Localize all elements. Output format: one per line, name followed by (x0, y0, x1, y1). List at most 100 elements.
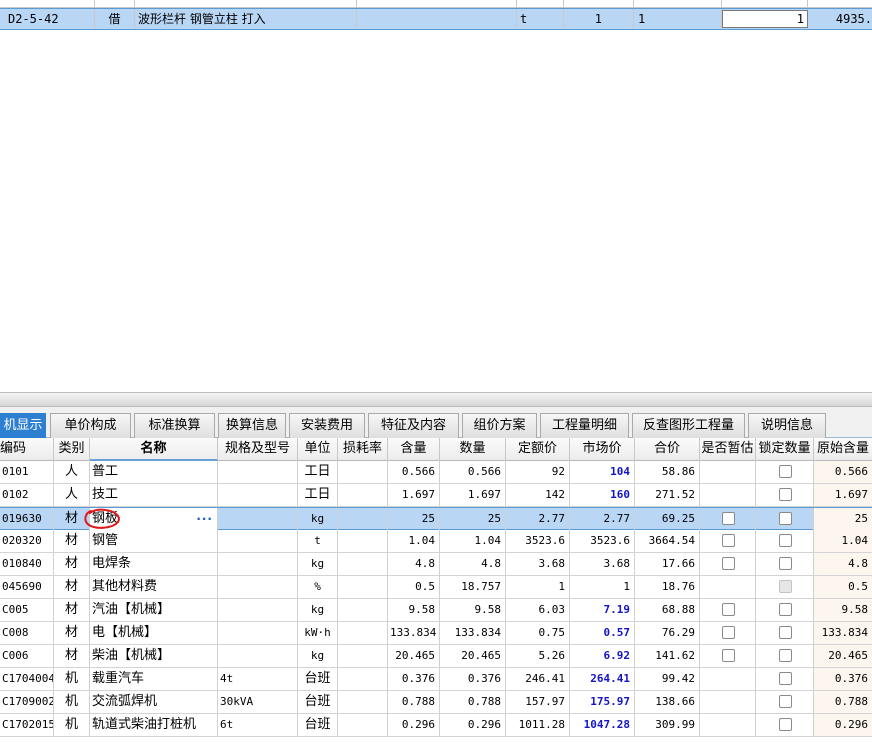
cell-original-content[interactable]: 0.788 (814, 691, 872, 713)
cell-market-price[interactable]: 6.92 (570, 645, 635, 667)
cell-quantity[interactable]: 9.58 (440, 599, 506, 621)
tab-standard-conversion[interactable]: 标准换算 (134, 413, 215, 438)
provisional-checkbox[interactable] (721, 534, 735, 547)
cell-quota-price[interactable]: 2.77 (506, 508, 570, 530)
cell-total-price[interactable]: 141.62 (635, 645, 700, 667)
cell-total-price[interactable]: 309.99 (635, 714, 700, 736)
lock-quantity-cell[interactable] (756, 576, 814, 598)
col-quantity[interactable]: 数量 (440, 438, 506, 461)
cell-unit[interactable]: kW·h (298, 622, 338, 644)
cell-unit[interactable]: kg (298, 599, 338, 621)
lock-quantity-checkbox[interactable] (778, 465, 792, 478)
cell-quota-price[interactable]: 92 (506, 461, 570, 483)
provisional-cell[interactable] (700, 668, 756, 690)
cell-quantity[interactable]: 0.788 (440, 691, 506, 713)
provisional-cell[interactable] (700, 530, 756, 552)
cell-market-price[interactable]: 3.68 (570, 553, 635, 575)
provisional-cell[interactable] (700, 484, 756, 506)
cell-loss-rate[interactable] (338, 508, 388, 530)
cell-loss-rate[interactable] (338, 599, 388, 621)
cell-original-content[interactable]: 133.834 (814, 622, 872, 644)
cell-original-content[interactable]: 9.58 (814, 599, 872, 621)
cell-category[interactable]: 材 (54, 645, 90, 667)
col-loss-rate[interactable]: 损耗率 (338, 438, 388, 461)
cell-quantity[interactable]: 18.757 (440, 576, 506, 598)
cell-content[interactable]: 0.376 (388, 668, 440, 690)
provisional-checkbox[interactable] (721, 603, 735, 616)
cell-market-price[interactable]: 1 (570, 576, 635, 598)
provisional-checkbox[interactable] (721, 626, 735, 639)
cell-loss-rate[interactable] (338, 622, 388, 644)
cell-code[interactable]: C005 (0, 599, 54, 621)
cell-loss-rate[interactable] (338, 553, 388, 575)
cell-category[interactable]: 机 (54, 714, 90, 736)
cell-original-content[interactable]: 25 (814, 508, 872, 530)
cell-unit[interactable]: 工日 (298, 461, 338, 483)
cell-name[interactable]: 技工 (90, 484, 218, 506)
cell-code[interactable]: C17020150 (0, 714, 54, 736)
lock-quantity-cell[interactable] (756, 599, 814, 621)
tab-description-info[interactable]: 说明信息 (748, 413, 826, 438)
cell-name[interactable]: 电【机械】 (90, 622, 218, 644)
provisional-checkbox[interactable] (721, 557, 735, 570)
cell-content[interactable]: 0.566 (388, 461, 440, 483)
cell-loss-rate[interactable] (338, 714, 388, 736)
col-original-content[interactable]: 原始含量 (814, 438, 872, 461)
cell-name[interactable]: 其他材料费 (90, 576, 218, 598)
cell-quota-price[interactable]: 6.03 (506, 599, 570, 621)
provisional-checkbox[interactable] (721, 649, 735, 662)
cell-spec[interactable] (218, 599, 298, 621)
provisional-cell[interactable] (700, 645, 756, 667)
cell-total-price[interactable]: 138.66 (635, 691, 700, 713)
tab-conversion-info[interactable]: 换算信息 (218, 413, 286, 438)
cell-code[interactable]: 019630 (0, 508, 54, 530)
lock-quantity-cell[interactable] (756, 622, 814, 644)
resource-row[interactable]: 045690 材其他材料费% 0.5 18.757 1 1 18.76 0.5 (0, 576, 872, 599)
cell-market-price[interactable]: 3523.6 (570, 530, 635, 552)
cell-name[interactable]: 轨道式柴油打桩机 (90, 714, 218, 736)
cell-category[interactable]: 材 (54, 530, 90, 552)
cell-spec[interactable] (218, 553, 298, 575)
cell-quantity[interactable]: 4.8 (440, 553, 506, 575)
col-market-price[interactable]: 市场价 (570, 438, 635, 461)
cell-original-content[interactable]: 0.376 (814, 668, 872, 690)
col-lock-quantity[interactable]: 锁定数量 (756, 438, 814, 461)
col-category[interactable]: 类别 (54, 438, 90, 461)
col-unit[interactable]: 单位 (298, 438, 338, 461)
tab-features-content[interactable]: 特征及内容 (368, 413, 459, 438)
cell-original-content[interactable]: 0.296 (814, 714, 872, 736)
cell-market-price[interactable]: 0.57 (570, 622, 635, 644)
cell-market-price[interactable]: 2.77 (570, 508, 635, 530)
resource-row[interactable]: 0102 人技工 工日 1.697 1.697 142 160 271.52 1.697 (0, 484, 872, 507)
cell-category[interactable]: 机 (54, 691, 90, 713)
cell-quota-price[interactable]: 5.26 (506, 645, 570, 667)
cell-content[interactable]: 133.834 (388, 622, 440, 644)
cell-loss-rate[interactable] (338, 691, 388, 713)
cell-content[interactable]: 1.697 (388, 484, 440, 506)
cell-unit[interactable]: kg (298, 553, 338, 575)
cell-quota-price[interactable]: 1 (506, 576, 570, 598)
resource-row[interactable]: 0101 人普工 工日 0.566 0.566 92 104 58.86 0.566 (0, 461, 872, 484)
cell-quantity[interactable]: 0.296 (440, 714, 506, 736)
lock-quantity-checkbox[interactable] (778, 580, 792, 593)
cell-spec[interactable] (218, 508, 298, 530)
lock-quantity-cell[interactable] (756, 461, 814, 483)
cell-content[interactable]: 0.5 (388, 576, 440, 598)
cell-unit[interactable]: 台班 (298, 691, 338, 713)
cell-spec[interactable] (218, 530, 298, 552)
cell-code[interactable]: C008 (0, 622, 54, 644)
cell-name[interactable]: 钢管 (90, 530, 218, 552)
cell-total-price[interactable]: 99.42 (635, 668, 700, 690)
cell-unit[interactable]: 台班 (298, 668, 338, 690)
provisional-cell[interactable] (700, 461, 756, 483)
provisional-cell[interactable] (700, 508, 756, 530)
cell-market-price[interactable]: 175.97 (570, 691, 635, 713)
lock-quantity-checkbox[interactable] (778, 534, 792, 547)
tab-quantity-detail[interactable]: 工程量明细 (540, 413, 629, 438)
cell-spec[interactable] (218, 622, 298, 644)
cell-content[interactable]: 9.58 (388, 599, 440, 621)
cell-unit[interactable]: % (298, 576, 338, 598)
cell-content[interactable]: 25 (388, 508, 440, 530)
cell-name[interactable]: 交流弧焊机 (90, 691, 218, 713)
resource-row[interactable]: C17020150机轨道式柴油打桩机6t台班0.2960.2961011.281… (0, 714, 872, 737)
